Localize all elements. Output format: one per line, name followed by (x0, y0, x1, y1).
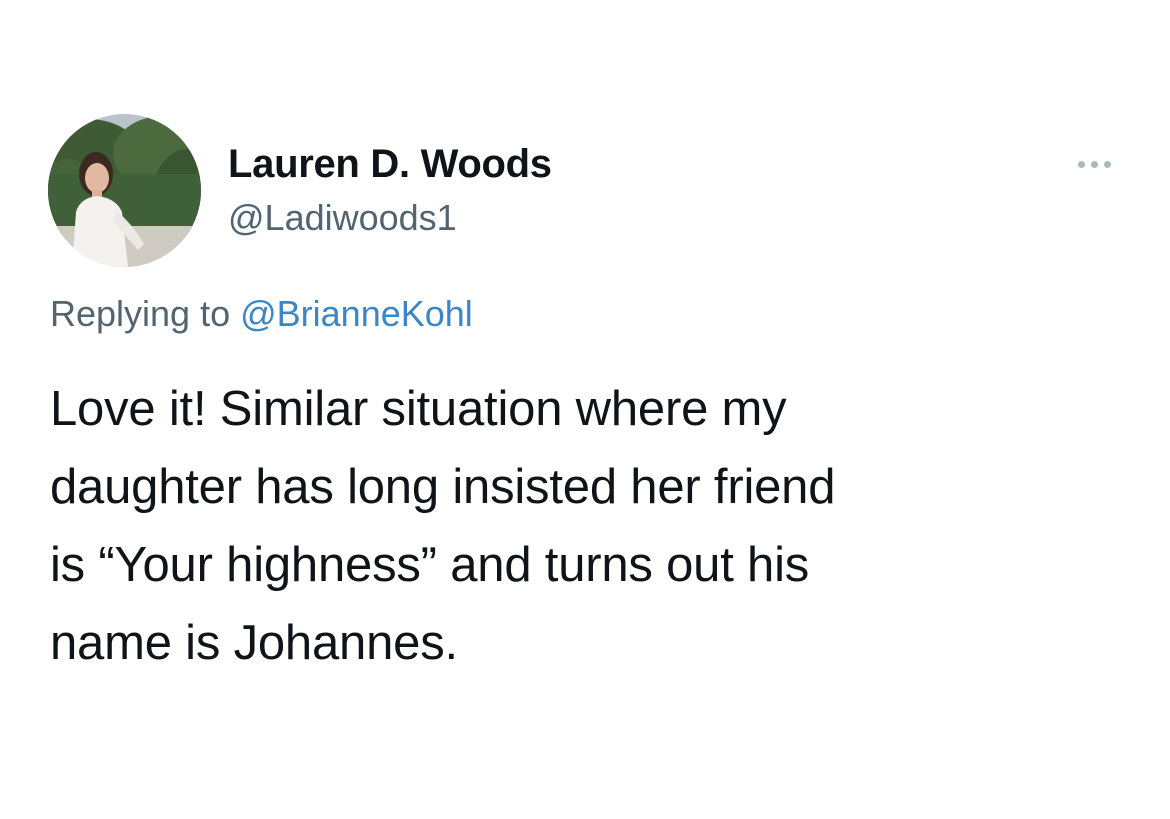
author-display-name[interactable]: Lauren D. Woods (228, 140, 552, 188)
tweet-card: Lauren D. Woods @Ladiwoods1 Replying to … (0, 0, 1170, 819)
avatar[interactable] (48, 114, 201, 267)
tweet-text: Love it! Similar situation where my daug… (50, 370, 1130, 682)
tweet-text-line: Love it! Similar situation where my (50, 382, 787, 436)
more-horizontal-icon (1077, 160, 1085, 168)
author-handle[interactable]: @Ladiwoods1 (228, 196, 457, 240)
reply-mention-link[interactable]: @BrianneKohl (240, 293, 473, 334)
tweet-text-line: daughter has long insisted her friend (50, 460, 836, 514)
more-horizontal-icon-dot (1090, 160, 1098, 168)
more-horizontal-icon-dot (1103, 160, 1111, 168)
more-options-button[interactable] (1066, 150, 1122, 178)
avatar-photo (48, 114, 201, 267)
tweet-text-line: name is Johannes. (50, 616, 458, 670)
replying-to-label: Replying to (50, 293, 241, 334)
tweet-text-line: is “Your highness” and turns out his (50, 538, 810, 592)
replying-to: Replying to @BrianneKohl (50, 290, 473, 338)
